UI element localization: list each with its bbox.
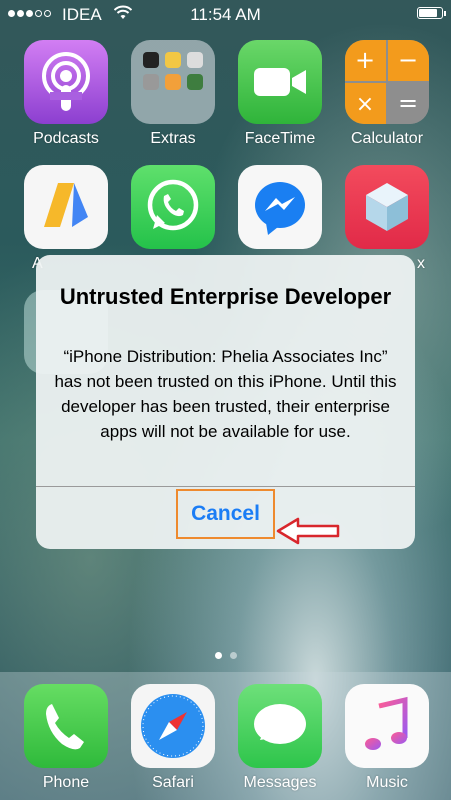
app-phone[interactable]: Phone <box>24 684 108 792</box>
app-label: Safari <box>152 774 194 791</box>
clock: 11:54 AM <box>190 5 261 24</box>
app-whatsapp[interactable] <box>131 165 215 249</box>
app-messages[interactable]: Messages <box>238 684 322 792</box>
calculator-icon: + − × = <box>345 40 429 124</box>
app-label: Extras <box>150 130 196 147</box>
page-indicator[interactable] <box>0 652 451 659</box>
battery-icon <box>417 7 446 19</box>
folder-icon <box>131 40 215 124</box>
box-icon <box>345 165 429 249</box>
app-calculator[interactable]: + − × = Calculator <box>345 40 429 148</box>
app-facetime[interactable]: FaceTime <box>238 40 322 148</box>
svg-text:−: − <box>398 46 418 74</box>
app-label: Calculator <box>350 130 424 147</box>
messenger-icon <box>238 165 322 249</box>
app-safari[interactable]: Safari <box>131 684 215 792</box>
app-podcasts[interactable]: Podcasts <box>24 40 108 148</box>
app-extras-folder[interactable]: Extras <box>131 40 215 148</box>
svg-text:×: × <box>356 92 374 117</box>
svg-text:=: = <box>398 89 418 117</box>
svg-text:+: + <box>355 46 375 74</box>
whatsapp-icon <box>131 165 215 249</box>
alert-title: Untrusted Enterprise Developer <box>59 284 392 309</box>
facetime-icon <box>238 40 322 124</box>
alert-message: “iPhone Distribution: Phelia Associates … <box>54 347 397 441</box>
alert-divider <box>36 486 415 487</box>
messages-icon <box>238 684 322 768</box>
music-icon <box>345 684 429 768</box>
app-label: Music <box>366 774 408 791</box>
app-messenger[interactable] <box>238 165 322 249</box>
podcasts-icon <box>24 40 108 124</box>
adsense-icon <box>24 165 108 249</box>
safari-icon <box>131 684 215 768</box>
cancel-button[interactable]: Cancel <box>176 489 275 539</box>
untrusted-developer-alert: Untrusted Enterprise Developer “iPhone D… <box>36 255 415 549</box>
page-dot <box>229 652 237 659</box>
pointer-arrow-icon <box>276 517 340 545</box>
app-label: FaceTime <box>244 130 316 147</box>
status-bar: IDEA 11:54 AM <box>0 0 451 30</box>
page-dot <box>214 652 222 659</box>
phone-icon <box>24 684 108 768</box>
app-label: Messages <box>243 774 317 791</box>
app-music[interactable]: Music <box>345 684 429 792</box>
app-label: Phone <box>42 774 90 791</box>
app-label: Podcasts <box>33 130 99 147</box>
